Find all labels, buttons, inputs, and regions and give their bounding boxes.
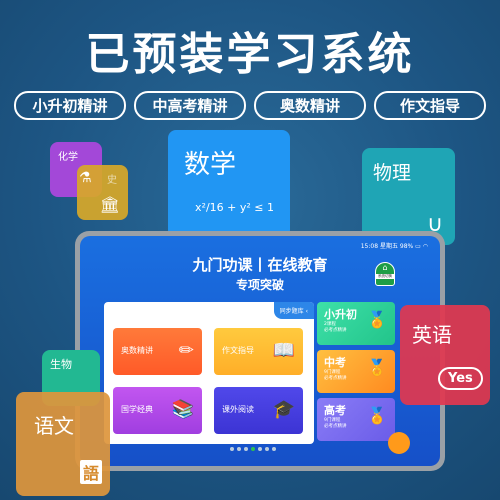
physics-label: 物理 xyxy=(373,162,412,184)
home-icon: ⌂ xyxy=(382,263,388,272)
math-label: 数学 xyxy=(184,150,237,180)
chevron-left-icon: ‹ xyxy=(305,308,308,315)
tile-guoxue[interactable]: 国学经典 📚 xyxy=(113,387,202,434)
sync-question-bank-tab[interactable]: 同步题库 ‹ xyxy=(273,302,314,319)
tile-zuowen[interactable]: 作文指导 📖 xyxy=(214,328,303,375)
english-card: 英语 Yes xyxy=(400,305,490,405)
page-dot[interactable] xyxy=(230,447,234,451)
open-book-icon: 📖 xyxy=(272,340,295,361)
page-dot[interactable] xyxy=(258,447,262,451)
mascot-icon[interactable] xyxy=(388,432,410,454)
chinese-label: 语文 xyxy=(34,414,74,438)
status-time: 15:08 xyxy=(360,243,379,250)
ruler-pencil-icon: ✏ xyxy=(178,340,194,361)
page-dot[interactable] xyxy=(244,447,248,451)
tablet-device: 15:08 星期五 98% ▭ ◠ 九门功课丨在线教育 专项突破 ⌂ 系统切换 同… xyxy=(75,231,445,471)
system-switch-button[interactable]: ⌂ 系统切换 xyxy=(375,262,395,286)
pill-zuowen: 作文指导 xyxy=(374,91,486,120)
tab-label: 同步题库 xyxy=(279,308,304,315)
tile-label: 作文指导 xyxy=(222,346,254,355)
level-gaokao[interactable]: 高考 9门课程 必考点精讲 🏅 xyxy=(317,398,395,441)
level-xiaoshengchu[interactable]: 小升初 2课程 必考点精讲 🏅 xyxy=(317,302,395,345)
headline: 已预装学习系统 xyxy=(85,29,415,80)
english-label: 英语 xyxy=(412,323,452,347)
graduation-cap-icon: 🎓 xyxy=(272,399,295,420)
tile-label: 奥数精讲 xyxy=(121,346,153,355)
status-weekday: 星期五 xyxy=(379,243,398,250)
status-battery: 98% xyxy=(399,243,414,250)
math-card: 数学 x²/16 + y² ≤ 1 xyxy=(168,130,290,238)
system-switch-label: 系统切换 xyxy=(376,274,394,279)
yes-badge: Yes xyxy=(438,367,483,390)
books-icon: 📚 xyxy=(171,399,194,420)
pill-xiaoshengchu: 小升初精讲 xyxy=(14,91,126,120)
biology-label: 生物 xyxy=(50,358,72,371)
tile-aoshu[interactable]: 奥数精讲 ✏ xyxy=(113,328,202,375)
wifi-icon: ◠ xyxy=(422,243,428,250)
pill-aoshu: 奥数精讲 xyxy=(254,91,366,120)
level-zhongkao[interactable]: 中考 9门课程 必考点精讲 🏅 xyxy=(317,350,395,393)
page-dot[interactable] xyxy=(265,447,269,451)
feature-pills: 小升初精讲 中高考精讲 奥数精讲 作文指导 xyxy=(14,91,486,120)
flask-icon: ⚗ xyxy=(79,170,92,186)
pill-zhonggaokao: 中高考精讲 xyxy=(134,91,246,120)
page-dot[interactable] xyxy=(251,447,255,451)
tile-label: 课外阅读 xyxy=(222,405,254,414)
content-panel: 同步题库 ‹ 奥数精讲 ✏ 作文指导 📖 国学经典 📚 课外阅读 🎓 xyxy=(104,302,314,444)
math-formula: x²/16 + y² ≤ 1 xyxy=(195,201,274,214)
notebook-icon: 語 xyxy=(79,460,102,484)
page-dot[interactable] xyxy=(272,447,276,451)
tile-label: 国学经典 xyxy=(121,405,153,414)
page-dot[interactable] xyxy=(237,447,241,451)
medal-icon: 🏅 xyxy=(367,310,387,329)
medal-icon: 🏅 xyxy=(367,406,387,425)
page-indicator[interactable] xyxy=(230,447,276,451)
status-bar: 15:08 星期五 98% ▭ ◠ xyxy=(361,241,428,250)
tablet-screen: 15:08 星期五 98% ▭ ◠ 九门功课丨在线教育 专项突破 ⌂ 系统切换 同… xyxy=(80,236,440,466)
chemistry-label: 化学 xyxy=(58,152,78,163)
chinese-card: 语文 語 xyxy=(16,392,110,496)
medal-icon: 🏅 xyxy=(367,358,387,377)
battery-icon: ▭ xyxy=(415,243,421,250)
museum-icon: 🏛 xyxy=(99,195,120,214)
tile-kewai[interactable]: 课外阅读 🎓 xyxy=(214,387,303,434)
